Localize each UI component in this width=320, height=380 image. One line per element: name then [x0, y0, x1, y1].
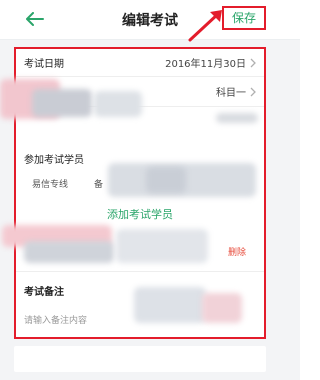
chevron-right-icon [250, 58, 256, 67]
add-participant-button[interactable]: 添加考试学员 [16, 206, 264, 222]
redacted-area [146, 167, 186, 193]
exam-date-row[interactable]: 考试日期 2016年11月30日 [16, 49, 264, 77]
redacted-area [94, 91, 142, 117]
exam-form: 考试日期 2016年11月30日 科目一 参加考试学员 易信专线 备 添加考试学… [0, 47, 266, 339]
redacted-area [202, 293, 242, 323]
redacted-area [32, 89, 92, 117]
top-bar: 编辑考试 保存 [0, 0, 300, 40]
redacted-area [134, 287, 206, 323]
participant-chip[interactable]: 备 [94, 177, 103, 190]
redacted-area [24, 241, 114, 263]
exam-date-value: 2016年11月30日 [165, 59, 246, 70]
redacted-area [116, 229, 208, 263]
annotation-arrow-icon [188, 10, 222, 42]
footer-spacer [14, 346, 266, 372]
participant-chip[interactable]: 易信专线 [32, 177, 68, 190]
edit-exam-screen: 编辑考试 保存 考试日期 2016年11月30日 科目一 参加考试学员 易信专线… [0, 0, 300, 380]
divider [16, 271, 264, 272]
participants-label: 参加考试学员 [24, 155, 84, 166]
subject-value: 科目一 [216, 88, 246, 99]
delete-button[interactable]: 删除 [228, 245, 246, 258]
exam-date-label: 考试日期 [24, 59, 64, 70]
save-button[interactable]: 保存 [222, 6, 266, 30]
chevron-right-icon [250, 87, 256, 96]
notes-label: 考试备注 [24, 287, 64, 298]
redacted-area [216, 113, 258, 123]
